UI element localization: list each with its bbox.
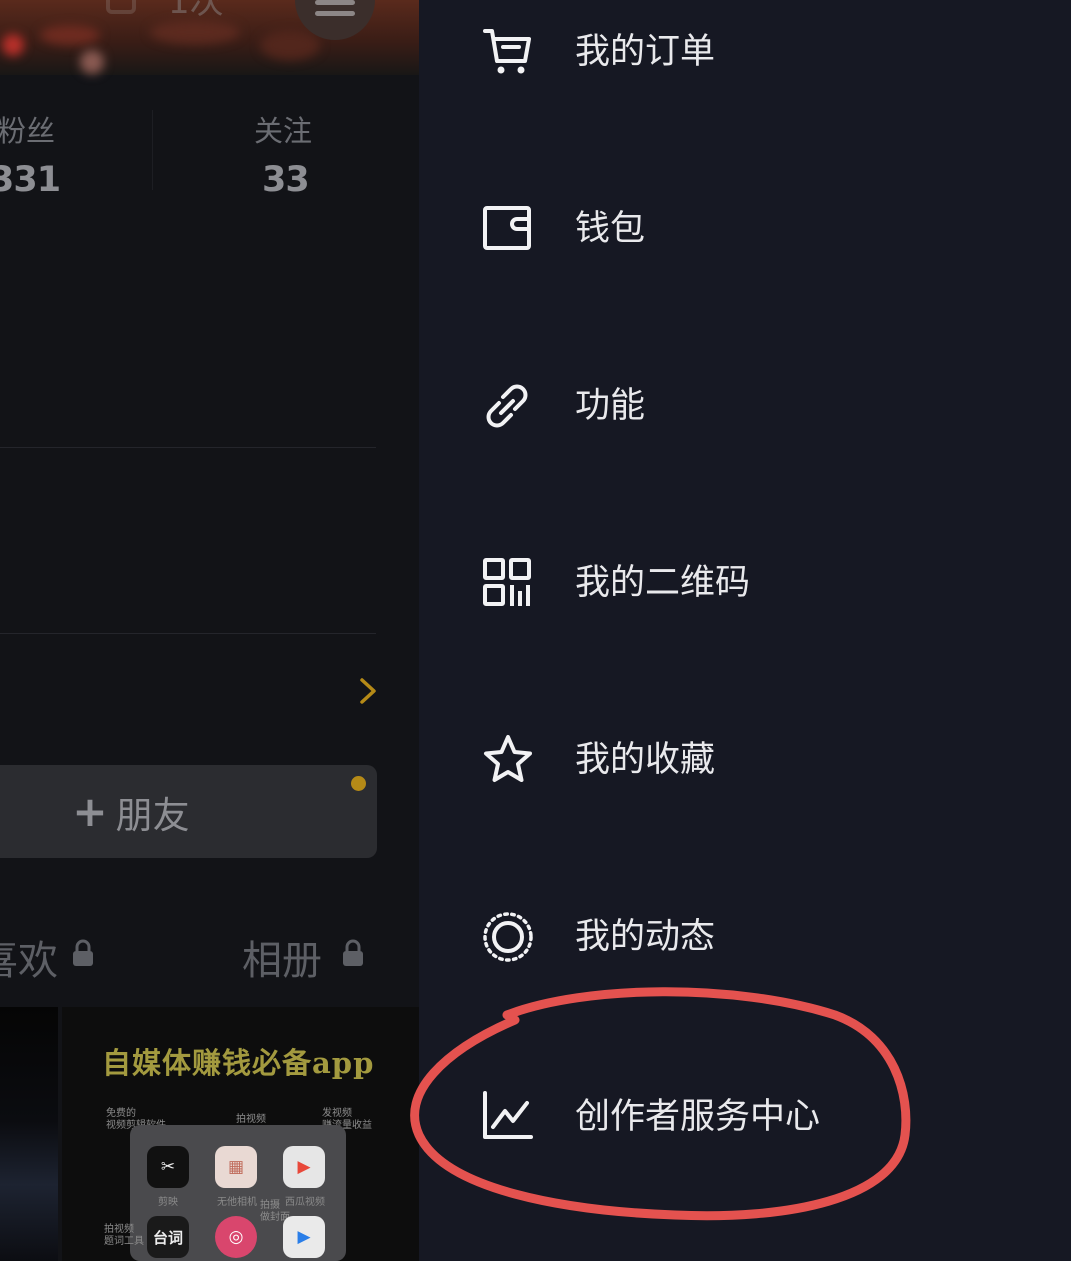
link-icon: [486, 384, 528, 428]
video-app-icon: ▶: [283, 1216, 325, 1258]
menu-item-creator-service-center[interactable]: 创作者服务中心: [419, 1054, 1071, 1174]
following-count[interactable]: 33: [262, 160, 310, 200]
menu-label: 我的订单: [575, 32, 716, 72]
wallet-icon: [483, 206, 531, 250]
followers-label: 粉丝: [0, 114, 56, 148]
menu-item-my-qr-code[interactable]: 我的二维码: [419, 523, 1071, 643]
cart-icon: [483, 29, 531, 74]
hamburger-icon: [315, 0, 355, 16]
star-icon: [484, 735, 532, 782]
teleprompter-icon: 台词: [147, 1216, 189, 1258]
top-label: 1次: [168, 0, 224, 22]
menu-label: 我的收藏: [575, 740, 716, 780]
chevron-right-icon[interactable]: [356, 676, 382, 706]
section-divider: [0, 633, 376, 634]
add-friend-label: 朋友: [115, 793, 190, 837]
app-name: 剪映: [158, 1197, 178, 1208]
notification-dot: [351, 776, 366, 791]
menu-label: 我的二维码: [575, 563, 751, 603]
tab-album[interactable]: 相册: [242, 928, 322, 986]
qr-code-icon: [483, 558, 531, 606]
camera-app-icon: ▦: [215, 1146, 257, 1188]
tab-likes[interactable]: 喜欢: [0, 928, 58, 986]
menu-label: 钱包: [575, 209, 646, 249]
add-friend-button[interactable]: + 朋友: [0, 765, 377, 858]
menu-item-my-orders[interactable]: 我的订单: [419, 0, 1071, 112]
following-label: 关注: [254, 114, 313, 148]
menu-label: 创作者服务中心: [575, 1097, 821, 1137]
app-name: 无他相机: [217, 1197, 257, 1208]
stat-divider: [152, 110, 153, 190]
promo-title: 自媒体赚钱必备app: [102, 1046, 375, 1080]
cover-app-icon: ◎: [215, 1216, 257, 1258]
plus-icon: +: [72, 787, 108, 836]
dotted-circle-icon: [483, 912, 533, 962]
menu-item-my-moments[interactable]: 我的动态: [419, 877, 1071, 997]
menu-label: 功能: [575, 386, 646, 426]
followers-count[interactable]: 331: [0, 160, 61, 200]
promo-annotation: 拍视频 题词工具: [104, 1224, 144, 1247]
profile-page-background: 1次 粉丝 331 关注 33 + 朋友 喜欢 相册 自媒体赚钱必备app 免费…: [0, 0, 419, 1261]
xigua-icon: ▶: [283, 1146, 325, 1188]
lock-icon: [73, 939, 93, 966]
menu-item-features[interactable]: 功能: [419, 346, 1071, 466]
capcut-icon: ✂: [147, 1146, 189, 1188]
lock-icon: [343, 939, 363, 966]
section-divider: [0, 447, 376, 448]
menu-item-wallet[interactable]: 钱包: [419, 169, 1071, 289]
menu-label: 我的动态: [575, 917, 716, 957]
edit-icon[interactable]: [104, 0, 146, 18]
menu-item-my-favorites[interactable]: 我的收藏: [419, 700, 1071, 820]
side-drawer-menu: 我的订单 钱包 功能 我的二维码 我的收藏 我的动态 创作者服务中心: [419, 0, 1071, 1261]
trend-chart-icon: [483, 1091, 533, 1139]
app-name: 西瓜视频: [285, 1197, 325, 1208]
video-thumbnail[interactable]: [0, 1007, 58, 1261]
